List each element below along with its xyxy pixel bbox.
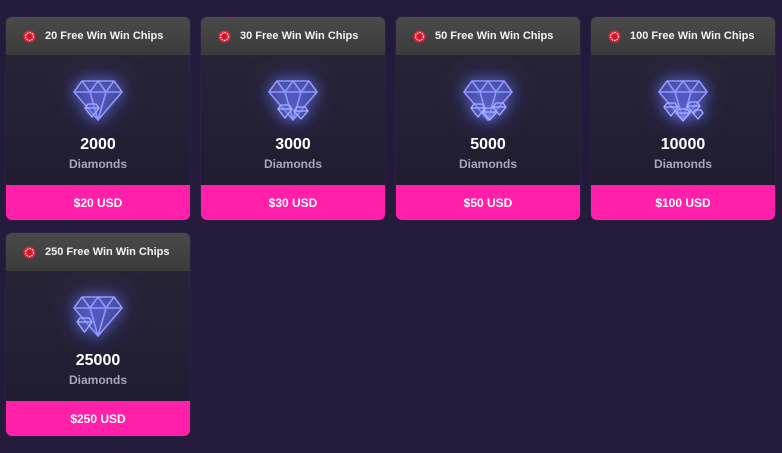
diamond-amount: 10000 xyxy=(660,136,706,153)
package-card-100[interactable]: 100 Free Win Win Chips 10000 Diamonds $1… xyxy=(591,17,775,220)
diamond-illustration xyxy=(396,65,580,135)
diamond-unit-label: Diamonds xyxy=(458,157,517,171)
package-card-20[interactable]: 20 Free Win Win Chips 2000 Diamonds $20 … xyxy=(6,17,190,220)
card-header: 100 Free Win Win Chips xyxy=(591,17,775,55)
diamond-amount: 5000 xyxy=(470,136,506,153)
poker-chip-icon xyxy=(413,29,426,43)
diamond-icon xyxy=(73,296,123,337)
poker-chip-icon xyxy=(23,29,36,43)
diamond-icon xyxy=(658,80,708,122)
buy-price-button[interactable]: $20 USD xyxy=(6,185,190,220)
card-header: 250 Free Win Win Chips xyxy=(6,233,190,271)
card-header: 20 Free Win Win Chips xyxy=(6,17,190,55)
diamond-amount: 2000 xyxy=(80,136,116,153)
diamond-icon xyxy=(268,80,318,121)
package-card-30[interactable]: 30 Free Win Win Chips 3000 Diamonds $30 … xyxy=(201,17,385,220)
diamond-unit-label: Diamonds xyxy=(68,157,127,171)
chips-bonus-label: 20 Free Win Win Chips xyxy=(45,30,164,42)
poker-chip-icon xyxy=(23,245,36,259)
diamond-icon xyxy=(463,80,513,121)
card-header: 30 Free Win Win Chips xyxy=(201,17,385,55)
card-header: 50 Free Win Win Chips xyxy=(396,17,580,55)
poker-chip-icon xyxy=(608,29,621,43)
chips-bonus-label: 100 Free Win Win Chips xyxy=(630,30,755,42)
diamond-illustration xyxy=(201,65,385,135)
diamond-unit-label: Diamonds xyxy=(653,157,712,171)
buy-price-button[interactable]: $100 USD xyxy=(591,185,775,220)
chips-bonus-label: 50 Free Win Win Chips xyxy=(435,30,554,42)
package-card-250[interactable]: 250 Free Win Win Chips 25000 Diamonds $2… xyxy=(6,233,190,436)
buy-price-button[interactable]: $30 USD xyxy=(201,185,385,220)
package-card-50[interactable]: 50 Free Win Win Chips 5000 Diamonds $50 … xyxy=(396,17,580,220)
buy-price-button[interactable]: $250 USD xyxy=(6,401,190,436)
diamond-amount: 3000 xyxy=(275,136,311,153)
chips-bonus-label: 250 Free Win Win Chips xyxy=(45,246,170,258)
chips-bonus-label: 30 Free Win Win Chips xyxy=(240,30,359,42)
diamond-illustration xyxy=(6,281,190,351)
diamond-amount: 25000 xyxy=(75,352,121,369)
diamond-icon xyxy=(73,80,123,121)
poker-chip-icon xyxy=(218,29,231,43)
diamond-unit-label: Diamonds xyxy=(68,373,127,387)
diamond-illustration xyxy=(6,65,190,135)
diamond-illustration xyxy=(591,65,775,135)
diamond-unit-label: Diamonds xyxy=(263,157,322,171)
buy-price-button[interactable]: $50 USD xyxy=(396,185,580,220)
